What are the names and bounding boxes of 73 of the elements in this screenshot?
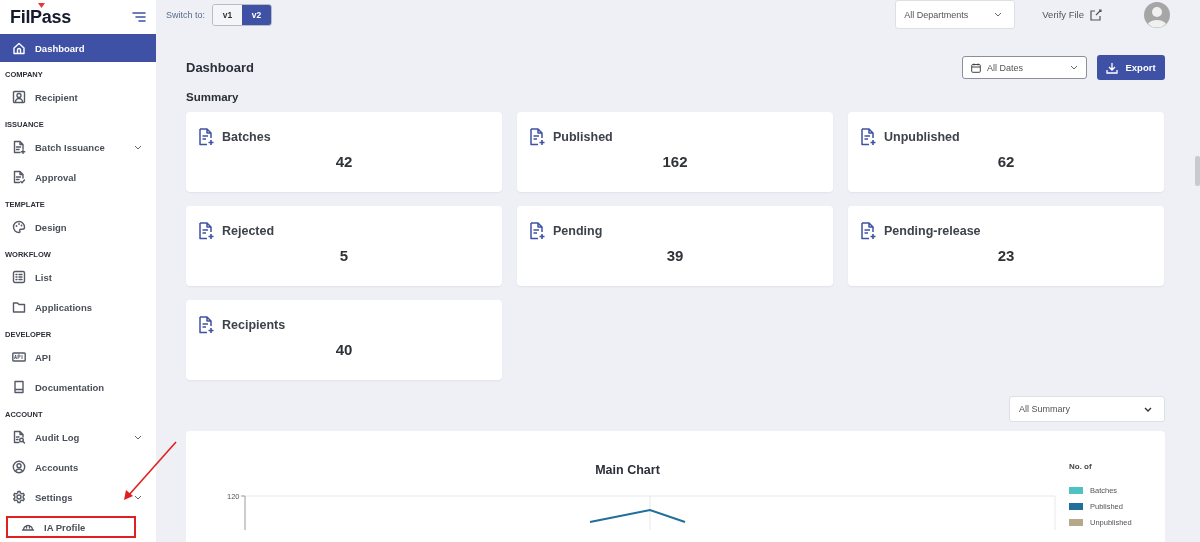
- chevron-down-icon: [1144, 406, 1152, 412]
- user-circle-icon: [12, 460, 26, 474]
- external-link-icon: [1090, 8, 1102, 21]
- page-title: Dashboard: [186, 60, 254, 75]
- menu-item[interactable]: Design: [0, 212, 156, 242]
- menu-item[interactable]: Settings: [0, 482, 156, 512]
- chevron-down-icon: [134, 144, 142, 150]
- card-label: Pending-release: [884, 224, 981, 238]
- verify-file-link[interactable]: Verify File: [1042, 8, 1102, 21]
- folder-icon: [12, 300, 26, 314]
- card-label: Published: [553, 130, 613, 144]
- menu-item[interactable]: Batch Issuance: [0, 132, 156, 162]
- card-value: 39: [665, 247, 685, 264]
- menu-item[interactable]: Audit Log: [0, 422, 156, 452]
- home-icon: [12, 41, 26, 55]
- menu-item[interactable]: Accounts: [0, 452, 156, 482]
- chevron-down-icon: [1070, 65, 1078, 70]
- chevron-down-icon: [134, 434, 142, 440]
- logo-text: FilPass: [10, 9, 71, 25]
- calendar-icon: [971, 62, 981, 73]
- date-select[interactable]: All Dates: [962, 56, 1087, 79]
- card-label: Batches: [222, 130, 271, 144]
- card-label: Recipients: [222, 318, 286, 332]
- summary-select[interactable]: All Summary: [1009, 396, 1165, 422]
- chevron-down-icon: [134, 494, 142, 500]
- card-label: Rejected: [222, 224, 275, 238]
- menu-item[interactable]: Approval: [0, 162, 156, 192]
- book-icon: [12, 380, 26, 394]
- settings-icon: [12, 490, 26, 504]
- card-label: Pending: [553, 224, 603, 238]
- card-value: 42: [334, 153, 354, 170]
- document-check-icon: [12, 170, 26, 184]
- menu-item[interactable]: IA Profile: [0, 512, 156, 542]
- person-card-icon: [12, 90, 26, 104]
- card-value: 23: [996, 247, 1016, 264]
- card-value: 162: [661, 153, 689, 170]
- version-toggle[interactable]: v1: [213, 4, 242, 25]
- switch-label: Switch to:: [166, 9, 205, 20]
- menu-item[interactable]: Documentation: [0, 372, 156, 402]
- document-plus-icon: [529, 222, 545, 240]
- menu-item[interactable]: Dashboard: [0, 34, 156, 62]
- document-plus-icon: [860, 128, 876, 146]
- annotation-arrow: [122, 440, 178, 502]
- document-plus-icon: [198, 316, 214, 334]
- api-icon: [12, 350, 26, 364]
- card-label: Unpublished: [884, 130, 960, 144]
- document-plus-icon: [198, 128, 214, 146]
- palette-icon: [12, 220, 26, 234]
- document-plus-icon: [860, 222, 876, 240]
- menu-icon[interactable]: [132, 12, 146, 22]
- chevron-down-icon: [994, 12, 1003, 17]
- download-icon: [1106, 61, 1119, 74]
- document-plus-icon: [12, 140, 26, 154]
- export-button[interactable]: Export: [1097, 55, 1165, 80]
- legend-title: No. of: [1069, 461, 1093, 473]
- section-title: Summary: [186, 90, 240, 104]
- document-plus-icon: [529, 128, 545, 146]
- avatar-icon[interactable]: [1144, 1, 1170, 28]
- card-value: 40: [334, 341, 354, 358]
- card-value: 5: [338, 247, 350, 264]
- menu-item[interactable]: API: [0, 342, 156, 372]
- menu-item[interactable]: Recipient: [0, 82, 156, 112]
- chart-title: Main Chart: [594, 462, 661, 479]
- menu-item[interactable]: List: [0, 262, 156, 292]
- card-value: 62: [996, 153, 1016, 170]
- menu-item[interactable]: Applications: [0, 292, 156, 322]
- list-icon: [12, 270, 26, 284]
- version-toggle[interactable]: v2: [242, 4, 271, 25]
- triangle-icon: [38, 3, 45, 8]
- document-plus-icon: [198, 222, 214, 240]
- department-select[interactable]: All Departments: [895, 0, 1016, 29]
- document-search-icon: [12, 430, 26, 444]
- scrollbar[interactable]: [1195, 156, 1200, 186]
